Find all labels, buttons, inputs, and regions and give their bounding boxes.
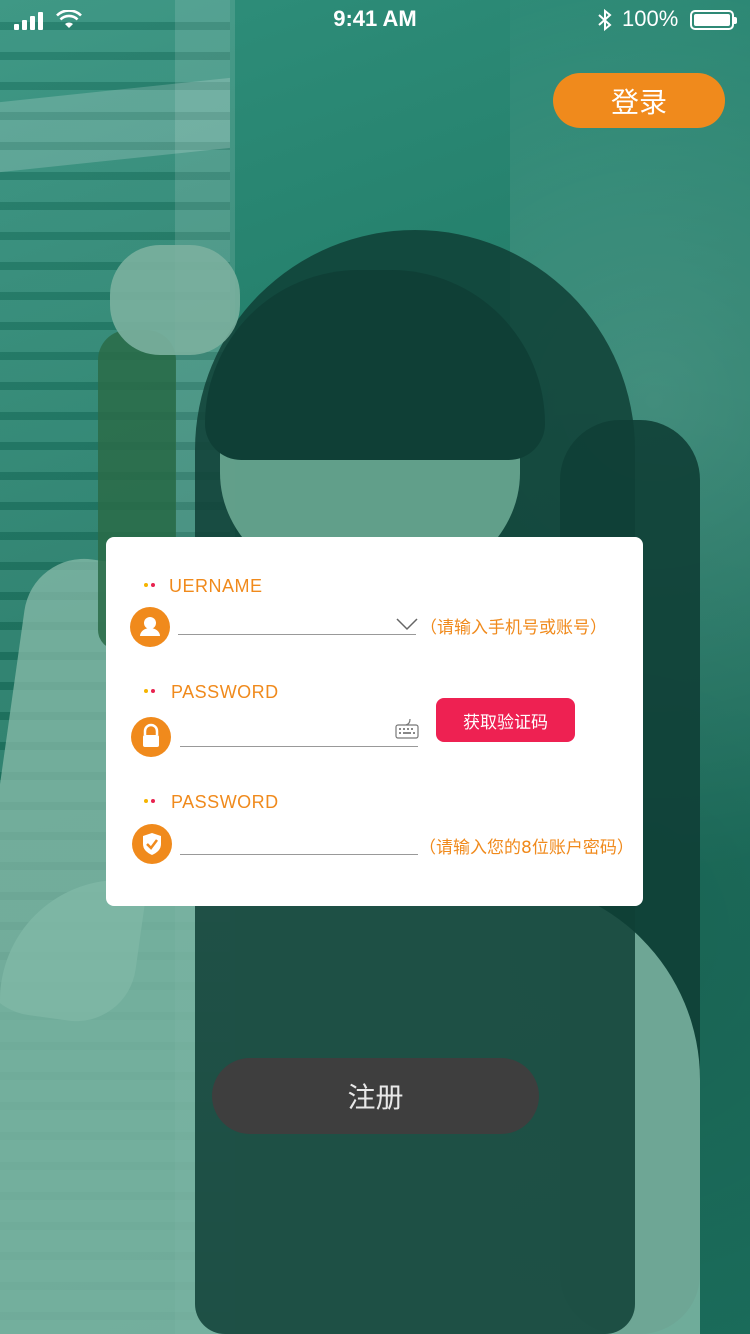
label-dots-icon <box>144 583 155 587</box>
verify-input[interactable] <box>180 854 418 855</box>
battery-percent: 100% <box>622 6 679 31</box>
bluetooth-icon <box>596 8 614 38</box>
login-form-card: UERNAME （请输入手机号或账号） PASSWORD 获取验证码 PASSW… <box>106 537 643 906</box>
status-bar: 9:41 AM 100% <box>0 0 750 40</box>
battery-icon <box>690 10 737 30</box>
login-button[interactable]: 登录 <box>553 73 725 128</box>
shield-check-icon <box>132 824 172 864</box>
register-button[interactable]: 注册 <box>212 1058 539 1134</box>
username-hint: （请输入手机号或账号） <box>420 618 607 638</box>
password-input[interactable] <box>180 746 418 747</box>
label-dots-icon <box>144 799 155 803</box>
username-label: UERNAME <box>169 576 263 596</box>
verify-label: PASSWORD <box>171 792 279 812</box>
keyboard-icon[interactable] <box>394 715 420 741</box>
get-code-button[interactable]: 获取验证码 <box>436 698 575 742</box>
password-label: PASSWORD <box>171 682 279 702</box>
username-input[interactable] <box>178 634 416 635</box>
user-icon <box>130 607 170 647</box>
label-dots-icon <box>144 689 155 693</box>
verify-hint: （请输入您的8位账户密码） <box>419 838 634 858</box>
lock-icon <box>131 717 171 757</box>
chevron-down-icon[interactable] <box>396 617 418 631</box>
